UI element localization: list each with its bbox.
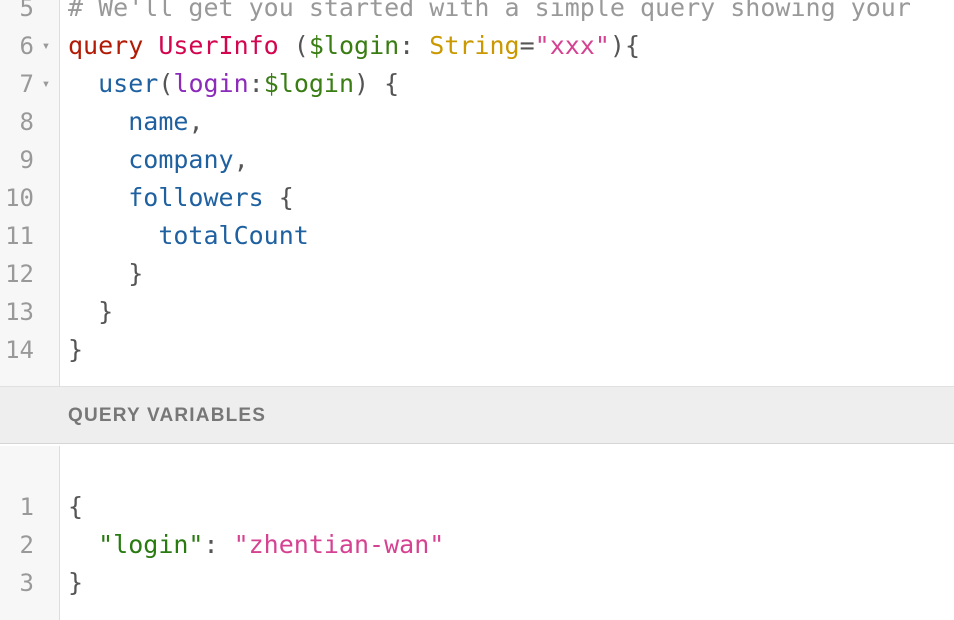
code-token: query xyxy=(68,31,144,60)
code-token: totalCount xyxy=(158,221,309,250)
code-token: , xyxy=(188,107,204,136)
code-token: "xxx" xyxy=(534,31,610,60)
query-editor[interactable]: 5 # We'll get you started with a simple q… xyxy=(0,0,954,386)
fold-toggle-icon[interactable]: ▾ xyxy=(36,65,56,103)
code-text: totalCount xyxy=(68,217,309,255)
code-token: user xyxy=(98,69,159,98)
query-variables-header[interactable]: QUERY VARIABLES xyxy=(0,386,954,444)
code-token: : xyxy=(248,69,264,98)
code-token: : xyxy=(203,530,234,559)
code-token: ) { xyxy=(354,69,400,98)
line-number: 11 xyxy=(5,222,34,250)
code-token: "login" xyxy=(98,530,204,559)
code-text: } xyxy=(68,331,83,369)
code-line[interactable]: 7 ▾ user(login:$login) { xyxy=(0,65,954,103)
code-line[interactable]: 2 "login": "zhentian-wan" xyxy=(0,526,954,564)
code-token: , xyxy=(233,145,249,174)
code-text: # We'll get you started with a simple qu… xyxy=(68,0,911,27)
code-line[interactable]: 14} xyxy=(0,331,954,369)
code-token: : xyxy=(399,31,430,60)
code-token: { xyxy=(263,183,294,212)
code-token: "zhentian-wan" xyxy=(233,530,445,559)
line-number: 1 xyxy=(19,493,34,521)
code-text: } xyxy=(68,255,143,293)
code-token: followers xyxy=(128,183,264,212)
code-text: name, xyxy=(68,103,204,141)
code-text: query UserInfo ($login: String="xxx"){ xyxy=(68,27,640,65)
code-text: company, xyxy=(68,141,249,179)
code-token: String xyxy=(429,31,520,60)
line-number: 5 xyxy=(19,0,34,22)
line-number: 14 xyxy=(5,336,34,364)
code-text: "login": "zhentian-wan" xyxy=(68,526,444,564)
graphiql-app: 5 # We'll get you started with a simple q… xyxy=(0,0,954,620)
code-token: name xyxy=(128,107,189,136)
code-token: login xyxy=(173,69,249,98)
code-token: = xyxy=(519,31,535,60)
line-number: 13 xyxy=(5,298,34,326)
code-token: UserInfo xyxy=(158,31,279,60)
code-token: } xyxy=(98,297,114,326)
query-variables-title: QUERY VARIABLES xyxy=(68,405,267,426)
code-token: ( xyxy=(158,69,174,98)
line-number: 10 xyxy=(5,184,34,212)
code-token: } xyxy=(68,568,84,597)
code-token: $login xyxy=(263,69,355,98)
code-line[interactable]: 6 ▾ query UserInfo ($login: String="xxx"){ xyxy=(0,27,954,65)
code-token: # We'll get you started with a simple qu… xyxy=(68,0,911,22)
code-line[interactable]: 1{ xyxy=(0,488,954,526)
line-number: 9 xyxy=(19,146,34,174)
code-text: { xyxy=(68,488,83,526)
line-number: 6 xyxy=(19,32,34,60)
line-number: 8 xyxy=(19,108,34,136)
code-line[interactable]: 13 } xyxy=(0,293,954,331)
code-line[interactable]: 5 # We'll get you started with a simple q… xyxy=(0,0,954,27)
code-token: $login xyxy=(308,31,400,60)
code-line[interactable]: 10 followers { xyxy=(0,179,954,217)
line-number: 12 xyxy=(5,260,34,288)
fold-toggle-icon[interactable]: ▾ xyxy=(36,27,56,65)
code-token: } xyxy=(68,335,84,364)
code-line[interactable]: 3} xyxy=(0,564,954,602)
code-token: ( xyxy=(278,31,309,60)
code-text: } xyxy=(68,293,113,331)
code-token: } xyxy=(128,259,144,288)
code-text: followers { xyxy=(68,179,294,217)
code-line[interactable]: 12 } xyxy=(0,255,954,293)
code-line[interactable]: 9 company, xyxy=(0,141,954,179)
query-variables-editor[interactable]: 1{2 "login": "zhentian-wan" 3} xyxy=(0,446,954,620)
code-text: user(login:$login) { xyxy=(68,65,399,103)
code-token: { xyxy=(68,492,84,521)
code-line[interactable]: 8 name, xyxy=(0,103,954,141)
code-token: company xyxy=(128,145,234,174)
line-number: 2 xyxy=(19,531,34,559)
code-line[interactable]: 11 totalCount xyxy=(0,217,954,255)
line-number: 3 xyxy=(19,569,34,597)
line-number: 7 xyxy=(19,70,34,98)
code-token: ){ xyxy=(609,31,641,60)
code-text: } xyxy=(68,564,83,602)
